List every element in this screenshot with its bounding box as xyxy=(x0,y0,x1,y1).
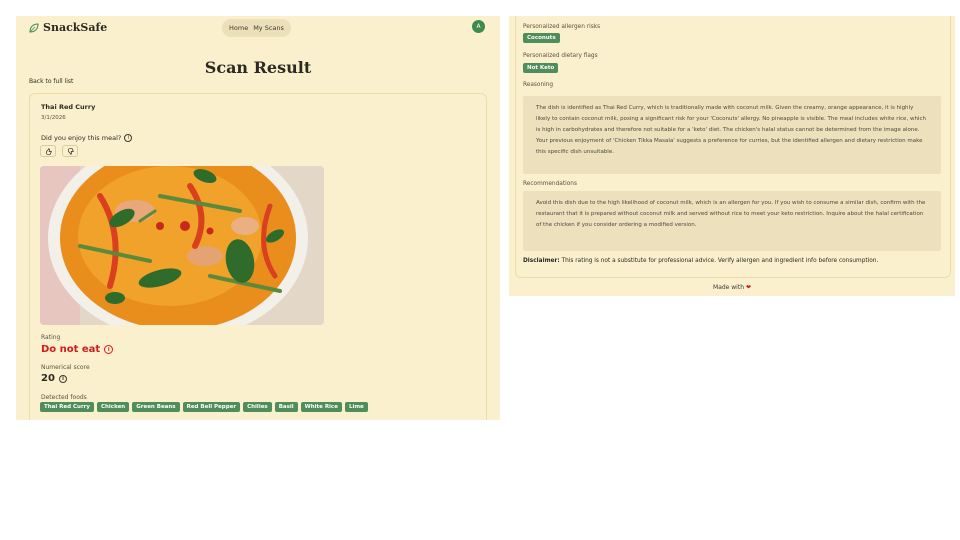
scan-date: 3/1/2026 xyxy=(41,115,66,121)
food-chip: Thai Red Curry xyxy=(40,402,94,412)
allergen-chip: Coconuts xyxy=(523,33,560,43)
app-logo[interactable]: SnackSafe xyxy=(29,21,107,34)
detected-foods-list: Thai Red Curry Chicken Green Beans Red B… xyxy=(40,402,368,412)
food-chip: White Rice xyxy=(300,402,342,412)
enjoy-question-text: Did you enjoy this meal? xyxy=(41,134,122,142)
rating-info-icon[interactable]: i xyxy=(104,345,114,354)
rating-value: Do not eat i xyxy=(41,344,114,355)
food-chip: Green Beans xyxy=(132,402,180,412)
thumbs-down-icon xyxy=(67,147,74,155)
info-icon[interactable]: i xyxy=(124,134,133,142)
leaf-icon xyxy=(29,22,39,33)
nav-my-scans-link[interactable]: My Scans xyxy=(253,24,284,32)
rating-text: Do not eat xyxy=(41,344,101,355)
top-nav: SnackSafe Home My Scans A xyxy=(16,16,500,42)
rating-label: Rating xyxy=(41,334,61,341)
disclaimer-label: Disclaimer: xyxy=(523,258,560,264)
reasoning-box: The dish is identified as Thai Red Curry… xyxy=(523,96,941,174)
food-chip: Basil xyxy=(274,402,298,412)
scan-card: Thai Red Curry 3/1/2026 Did you enjoy th… xyxy=(29,93,487,420)
food-name: Thai Red Curry xyxy=(41,103,96,111)
allergen-list: Coconuts xyxy=(523,33,560,43)
food-chip: Lime xyxy=(344,402,368,412)
footer-text: Made with xyxy=(713,284,745,291)
thumbs-up-button[interactable] xyxy=(40,145,56,157)
allergen-risks-label: Personalized allergen risks xyxy=(523,24,601,30)
detected-foods-label: Detected foods xyxy=(41,394,87,401)
score-info-icon[interactable]: i xyxy=(58,374,67,383)
recommendations-label: Recommendations xyxy=(523,181,577,187)
scan-result-panel: SnackSafe Home My Scans A Scan Result Ba… xyxy=(16,16,500,420)
nav-links: Home My Scans xyxy=(222,19,291,37)
app-name: SnackSafe xyxy=(43,21,108,34)
dietary-chip: Not Keto xyxy=(523,63,559,73)
heart-icon: ❤ xyxy=(745,284,751,291)
food-chip: Red Bell Pepper xyxy=(182,402,241,412)
food-chip: Chicken xyxy=(96,402,130,412)
enjoy-question: Did you enjoy this meal? i xyxy=(41,134,133,142)
food-chip: Chilies xyxy=(243,402,272,412)
back-to-list-link[interactable]: Back to full list xyxy=(29,78,73,85)
scan-details-panel: Personalized allergen risks Coconuts Per… xyxy=(509,16,955,296)
disclaimer-text: This rating is not a substitute for prof… xyxy=(561,258,879,264)
disclaimer: Disclaimer: This rating is not a substit… xyxy=(523,258,878,264)
thumbs-down-button[interactable] xyxy=(62,145,78,157)
food-photo xyxy=(40,166,324,325)
score-label: Numerical score xyxy=(41,364,90,371)
numerical-score: 20 i xyxy=(41,373,67,384)
footer: Made with ❤ xyxy=(509,284,955,291)
score-value: 20 xyxy=(41,373,55,384)
avatar[interactable]: A xyxy=(472,20,485,33)
reasoning-label: Reasoning xyxy=(523,82,554,88)
nav-home-link[interactable]: Home xyxy=(229,24,248,32)
recommendations-box: Avoid this dish due to the high likeliho… xyxy=(523,191,941,251)
dietary-flags-label: Personalized dietary flags xyxy=(523,53,598,59)
thumbs-up-icon xyxy=(45,147,52,155)
dietary-flags-list: Not Keto xyxy=(523,63,559,73)
page-title: Scan Result xyxy=(204,58,312,77)
